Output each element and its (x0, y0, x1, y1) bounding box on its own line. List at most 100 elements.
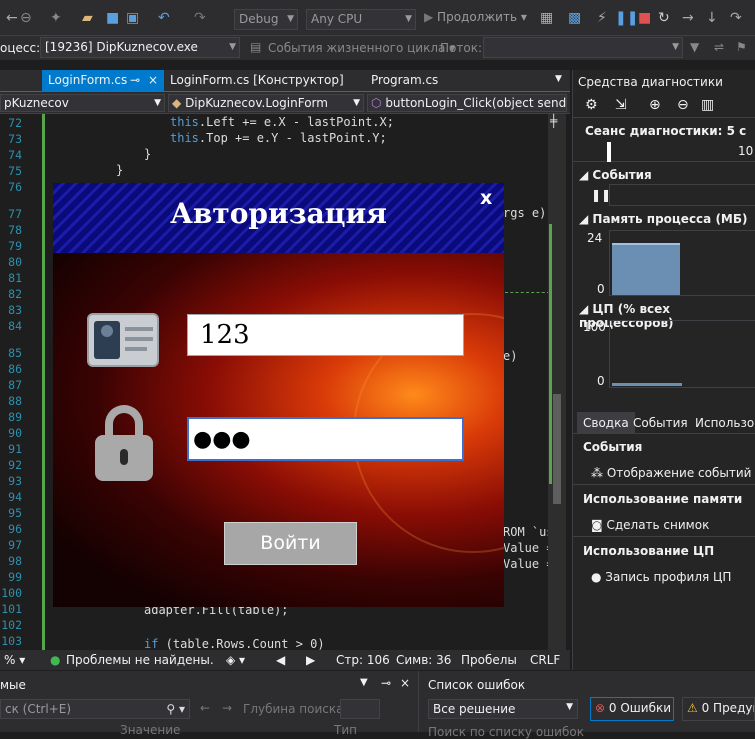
pause-icon[interactable]: ❚❚ (615, 10, 638, 26)
events-track (609, 184, 755, 206)
project-dropdown[interactable]: pKuznecov ▼ (0, 94, 165, 112)
close-icon[interactable]: × (148, 70, 158, 91)
toggle-icon[interactable]: ⇌ (714, 40, 724, 54)
eol-indicator[interactable]: CRLF (530, 650, 560, 670)
cpu-profile-button[interactable]: ● Запись профиля ЦП (591, 570, 731, 584)
process-bar: оцесс: [19236] DipKuznecov.exe ▼ ▤ Событи… (0, 36, 755, 60)
search-forward-icon[interactable]: → (222, 701, 232, 715)
session-label: Сеанс диагностики: 5 с (585, 124, 747, 138)
snapshot-button[interactable]: ◙ Сделать снимок (591, 518, 709, 532)
tab-usage[interactable]: Использов (695, 412, 755, 434)
undo-icon[interactable]: ↶ (158, 10, 170, 26)
save-icon[interactable]: ■ (106, 10, 119, 26)
search-back-icon[interactable]: ← (200, 701, 210, 715)
export-icon[interactable]: ⇲ (615, 97, 627, 113)
zoom-in-icon[interactable]: ⊕ (649, 97, 661, 113)
code-line-97-tail: Value = (503, 541, 554, 555)
login-button[interactable]: Войти (224, 522, 357, 565)
brush-icon[interactable]: ◈ ▾ (226, 650, 245, 670)
memory-label: Память процесса (МБ) (592, 212, 748, 226)
panel-menu-icon[interactable]: ▼ (360, 677, 368, 688)
chevron-down-icon: ▼ (405, 14, 412, 24)
process-label: оцесс: (0, 41, 41, 55)
problems-status[interactable]: Проблемы не найдены. (66, 650, 214, 670)
close-button[interactable]: x (480, 187, 492, 209)
pin-icon[interactable]: ⊸ (130, 70, 140, 91)
continue-label: Продолжить (437, 10, 518, 24)
memory-min: 0 (597, 282, 605, 296)
member-dropdown[interactable]: ⬡ buttonLogin_Click(object send (367, 94, 567, 112)
restart-icon[interactable]: ↻ (658, 10, 670, 26)
nav-back-icon[interactable]: ◀ (276, 650, 285, 670)
panel-close-icon[interactable]: × (400, 676, 410, 690)
settings-icon[interactable]: ⚙ (585, 97, 598, 113)
search-depth-dropdown[interactable] (340, 699, 380, 719)
warnings-filter-button[interactable]: ⚠ 0 Предупр (682, 697, 755, 721)
tab-overflow-icon[interactable]: ▼ (555, 74, 562, 84)
class-value: DipKuznecov.LoginForm (185, 96, 328, 110)
zoom-out-icon[interactable]: ⊖ (677, 97, 689, 113)
class-dropdown[interactable]: ◆ DipKuznecov.LoginForm ▼ (168, 94, 364, 112)
thread-dropdown[interactable]: ▼ (483, 37, 683, 58)
flag-icon[interactable]: ⚑ (736, 40, 747, 54)
tab-program-cs[interactable]: Program.cs (365, 70, 475, 92)
search-icon[interactable]: ⚲ ▾ (166, 702, 185, 716)
stop-icon[interactable]: ■ (638, 10, 651, 26)
new-project-icon[interactable]: ✦ (50, 10, 62, 26)
forward-icon[interactable]: ⊖ (20, 10, 32, 26)
editor-scrollbar[interactable] (548, 114, 566, 650)
hot-reload-icon[interactable]: ⚡ (597, 10, 607, 26)
split-icon[interactable]: ╪ (550, 114, 557, 128)
login-input[interactable]: 123 (187, 314, 464, 356)
chevron-down-icon: ▼ (287, 14, 294, 24)
memory-section[interactable]: ◢ Память процесса (МБ) (579, 212, 748, 226)
screenshot-icon[interactable]: ▩ (568, 10, 581, 26)
scrollbar-thumb[interactable] (553, 394, 561, 504)
open-folder-icon[interactable]: ▰ (82, 10, 93, 26)
locals-panel-title: мые (0, 678, 26, 692)
lifecycle-events-button[interactable]: События жизненного цикла ▾ (268, 41, 455, 55)
tab-loginform-cs[interactable]: LoginForm.cs ⊸ × (42, 70, 164, 92)
panel-pin-icon[interactable]: ⊸ (381, 676, 391, 690)
reset-zoom-icon[interactable]: ▥ (701, 97, 714, 113)
show-next-statement-icon[interactable]: → (682, 10, 694, 26)
column-value-header: Значение (120, 723, 181, 737)
locals-search-input[interactable]: ск (Ctrl+E) ⚲ ▾ (0, 699, 190, 719)
nav-forward-icon[interactable]: ▶ (306, 650, 315, 670)
bottom-panels: мые ▼ ⊸ × ск (Ctrl+E) ⚲ ▾ ← → Глубина пои… (0, 671, 755, 739)
tab-events[interactable]: События (633, 412, 688, 434)
events-section[interactable]: ◢ События (579, 168, 652, 182)
login-title: Авторизация (170, 197, 387, 230)
code-line-72: this.Left += e.X - lastPoint.X; (170, 115, 394, 129)
errors-count: 0 Ошибки (608, 701, 672, 715)
tab-summary[interactable]: Сводка (577, 412, 635, 434)
show-events-link[interactable]: ⁂ Отображение событий (0 и (591, 466, 755, 480)
platform-dropdown[interactable]: Any CPU ▼ (306, 9, 416, 30)
navigation-bar: pKuznecov ▼ ◆ DipKuznecov.LoginForm ▼ ⬡ bu… (0, 92, 570, 114)
lifecycle-icon: ▤ (250, 40, 262, 54)
process-dropdown[interactable]: [19236] DipKuznecov.exe ▼ (40, 37, 240, 58)
filter-icon[interactable]: ▼ (690, 40, 699, 54)
breakpoint-icon[interactable]: ▦ (540, 10, 553, 26)
redo-icon[interactable]: ↷ (194, 10, 206, 26)
step-into-icon[interactable]: ↓ (706, 10, 718, 26)
timeline-marker[interactable] (607, 142, 611, 162)
diagnostics-panel: Средства диагностики ⚙ ⇲ ⊕ ⊖ ▥ Сеанс диа… (572, 70, 755, 670)
lock-icon (95, 405, 153, 481)
whitespace-indicator[interactable]: Пробелы (461, 650, 517, 670)
error-scope-dropdown[interactable]: Все решение ▼ (428, 699, 578, 719)
method-separator (505, 292, 550, 293)
step-over-icon[interactable]: ↷ (730, 10, 742, 26)
back-icon[interactable]: ← (6, 10, 18, 26)
save-all-icon[interactable]: ▣ (126, 10, 139, 26)
continue-button[interactable]: ▶ Продолжить ▾ (424, 10, 527, 24)
tab-loginform-designer[interactable]: LoginForm.cs [Конструктор] (164, 70, 354, 92)
check-icon: ● (50, 653, 61, 667)
config-dropdown[interactable]: Debug ▼ (234, 9, 298, 30)
zoom-level[interactable]: % ▾ (4, 650, 25, 670)
memory-area (612, 243, 680, 295)
errors-filter-button[interactable]: ⊗ 0 Ошибки (590, 697, 674, 721)
warning-icon: ⚠ (687, 701, 698, 715)
session-timeline[interactable]: 10 (573, 140, 755, 162)
password-input[interactable]: ●●● (187, 417, 464, 461)
